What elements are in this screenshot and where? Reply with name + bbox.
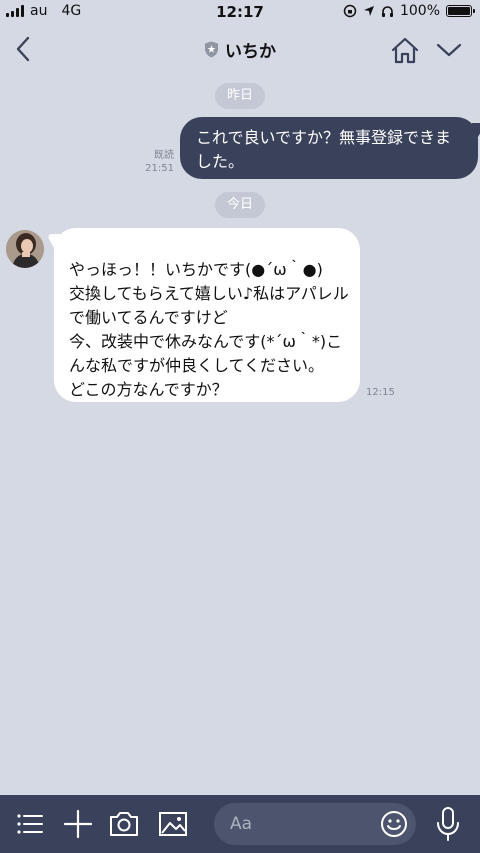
plus-icon[interactable] [62,808,94,840]
incoming-time: 12:15 [366,387,395,398]
outgoing-message-text: これで良いですか？無事登録できました。 [196,128,452,171]
message-input[interactable] [230,803,370,845]
incoming-message-bubble[interactable]: やっほっ！！いちかです(●´ω｀●) 交換してもらえて嬉しい♪私はアパレルで働い… [54,228,360,402]
rotation-lock-icon [343,4,357,18]
chat-title-text: いちか [225,42,276,62]
message-toolbar [0,795,480,853]
chevron-down-icon[interactable] [436,40,462,60]
location-icon [363,6,374,16]
microphone-icon[interactable] [434,806,462,842]
outgoing-message-bubble[interactable]: これで良いですか？無事登録できました。 [180,117,478,179]
headphones-icon [381,5,393,17]
read-label: 既読 [154,150,174,161]
message-input-container[interactable] [214,803,416,845]
avatar[interactable] [6,230,44,268]
avatar-image [6,230,44,268]
battery-label: 100% [399,3,440,19]
incoming-message-text: やっほっ！！いちかです(●´ω｀●) 交換してもらえて嬉しい♪私はアパレルで働い… [69,260,349,399]
image-icon[interactable] [157,808,189,840]
chat-header: いちか [0,24,480,74]
menu-icon[interactable] [14,808,46,840]
status-bar: au 4G 12:17 100% [0,0,480,24]
date-divider-yesterday: 昨日 [215,83,266,109]
home-icon[interactable] [390,36,420,64]
camera-icon[interactable] [108,808,140,840]
emoji-icon[interactable] [380,810,408,838]
shield-icon [205,41,218,58]
outgoing-meta: 既読 21:51 [130,149,174,175]
battery-icon [446,5,475,17]
outgoing-time: 21:51 [145,163,174,174]
date-divider-today: 今日 [215,192,266,218]
